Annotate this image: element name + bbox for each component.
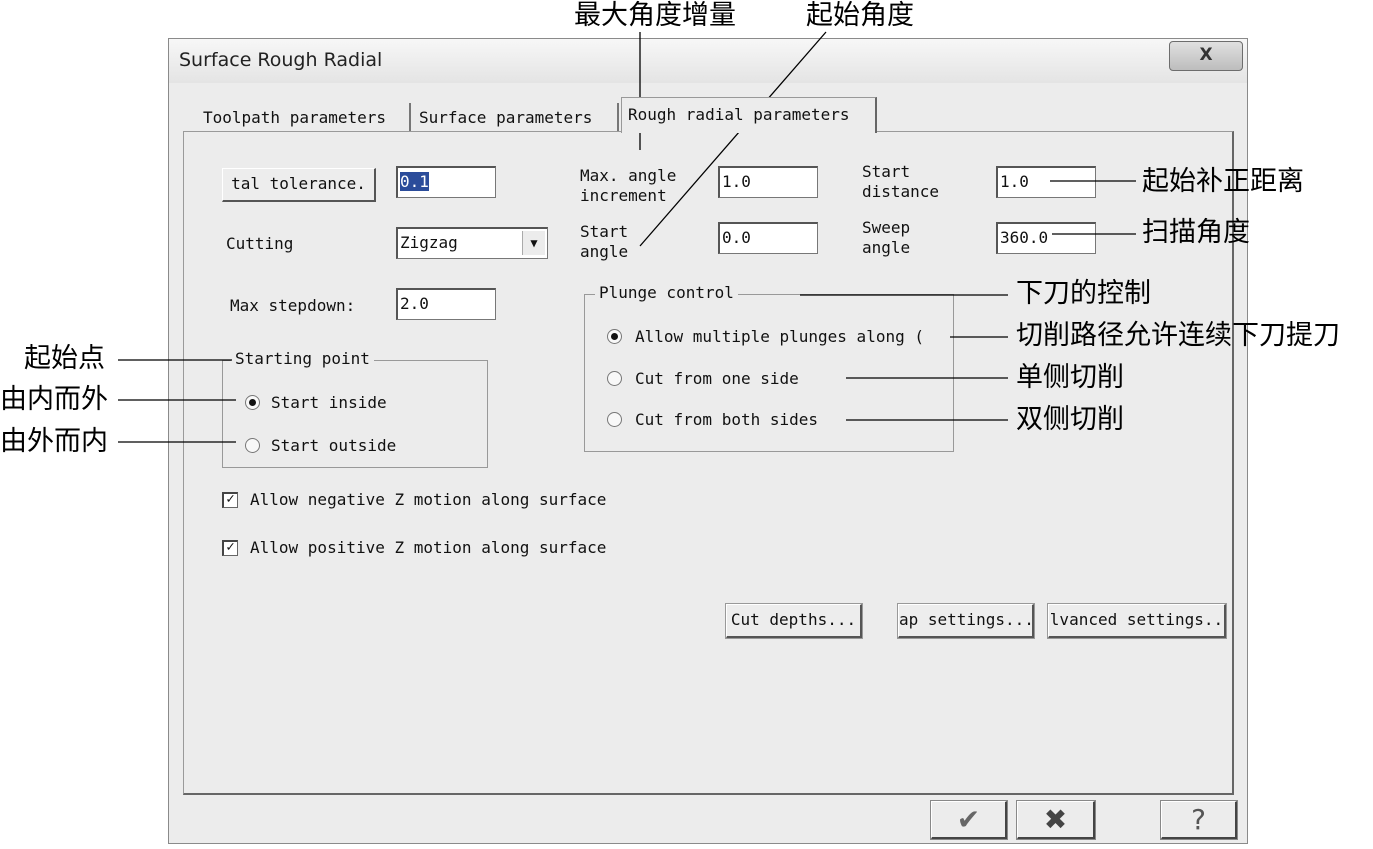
annotation-both-sides: 双侧切削: [1016, 404, 1124, 435]
annotation-plunge-control: 下刀的控制: [1016, 278, 1151, 309]
annotation-one-side: 单侧切削: [1016, 362, 1124, 393]
annotation-start-distance: 起始补正距离: [1142, 166, 1304, 197]
annotation-start-angle: 起始角度: [806, 0, 914, 31]
annotation-max-angle-increment: 最大角度增量: [574, 0, 736, 31]
annotation-multiple-plunges: 切削路径允许连续下刀提刀: [1016, 320, 1340, 351]
leader-start-angle: [639, 31, 827, 247]
annotation-starting-point: 起始点: [24, 343, 105, 374]
tab-rough-radial-parameters[interactable]: Rough radial parameters: [621, 97, 877, 133]
tab-label: Rough radial parameters: [628, 105, 850, 124]
annotation-start-inside: 由内而外: [0, 384, 108, 415]
annotation-start-outside: 由外而内: [0, 426, 108, 457]
annotation-sweep-angle: 扫描角度: [1142, 217, 1250, 248]
